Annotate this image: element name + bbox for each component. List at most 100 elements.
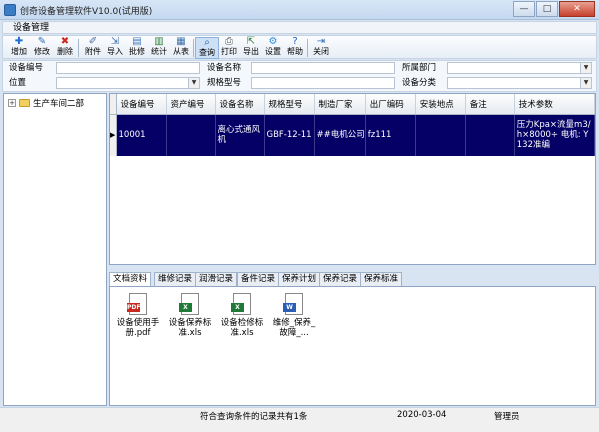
column-header[interactable]: 规格型号 — [264, 94, 315, 115]
stats-icon: ▥ — [154, 36, 164, 47]
device-name-input[interactable] — [251, 62, 395, 74]
excel-file-icon: X — [179, 293, 199, 315]
window-controls: — □ ✕ — [512, 1, 595, 18]
document-name: 维修_保养_故障_... — [272, 318, 316, 338]
column-header[interactable]: 出厂编码 — [365, 94, 416, 115]
tab-maintenance-records[interactable]: 保养记录 — [319, 272, 362, 286]
category-select[interactable]: ▼ — [447, 77, 592, 89]
column-header[interactable]: 安装地点 — [415, 94, 466, 115]
column-header[interactable]: 制造厂家 — [314, 94, 366, 115]
tab-repair-records[interactable]: 维修记录 — [154, 272, 197, 286]
table-cell[interactable]: ##电机公司 — [314, 114, 366, 156]
title-bar: 创奇设备管理软件V10.0(试用版) — □ ✕ — [0, 0, 599, 20]
export-icon: ⇱ — [246, 36, 256, 47]
batch-edit-icon: ▤ — [132, 36, 142, 47]
delete-icon: ✖ — [60, 36, 70, 47]
edit-icon: ✎ — [37, 36, 47, 47]
column-header[interactable]: 设备编号 — [116, 94, 167, 115]
tab-lubrication-records[interactable]: 润滑记录 — [195, 272, 238, 286]
model-input[interactable] — [251, 77, 395, 89]
table-cell[interactable] — [415, 114, 466, 156]
table-cell[interactable]: fz111 — [365, 114, 416, 156]
table-cell[interactable]: GBF-12-11 — [264, 114, 315, 156]
department-select[interactable]: ▼ — [447, 62, 592, 74]
help-button[interactable]: ? 帮助 — [283, 37, 307, 59]
documents-panel: PDF 设备使用手册.pdf X 设备保养标准.xls X 设备检修标准.xls… — [109, 286, 596, 406]
close-label: 关闭 — [313, 47, 329, 56]
filter-form: 设备编号 设备名称 所属部门 ▼ 位置 ▼ 规格型号 设备分类 ▼ — [2, 60, 597, 92]
attach-icon: ✐ — [88, 36, 98, 47]
model-label: 规格型号 — [207, 78, 242, 88]
device-name-label: 设备名称 — [207, 63, 242, 73]
column-header[interactable]: 资产编号 — [166, 94, 216, 115]
delete-button[interactable]: ✖ 删除 — [53, 37, 77, 59]
device-code-label: 设备编号 — [9, 63, 44, 73]
tree-node-label: 生产车间二部 — [33, 99, 85, 109]
chevron-down-icon[interactable]: ▼ — [580, 63, 591, 73]
subtable-icon: ▦ — [176, 36, 186, 47]
maximize-button[interactable]: □ — [536, 1, 558, 17]
table-cell[interactable] — [166, 114, 216, 156]
import-icon: ⇲ — [110, 36, 120, 47]
document-item[interactable]: W 维修_保养_故障_... — [270, 293, 318, 338]
column-header[interactable]: 设备名称 — [215, 94, 265, 115]
tab-documents[interactable]: 文档资料 — [109, 272, 152, 287]
document-item[interactable]: PDF 设备使用手册.pdf — [114, 293, 162, 338]
help-icon: ? — [292, 36, 298, 47]
expand-icon[interactable]: + — [8, 99, 16, 107]
status-user: 管理员 — [494, 412, 520, 422]
excel-file-icon: X — [231, 293, 251, 315]
department-label: 所属部门 — [402, 63, 437, 73]
settings-icon: ⚙ — [268, 36, 278, 47]
category-label: 设备分类 — [402, 78, 437, 88]
subtable-button[interactable]: ▦ 从表 — [169, 37, 193, 59]
table-header-row: 设备编号 资产编号 设备名称 规格型号 制造厂家 出厂编码 安装地点 备注 技术… — [110, 94, 595, 115]
tree-node[interactable]: + 生产车间二部 — [8, 97, 84, 109]
minimize-button[interactable]: — — [513, 1, 535, 17]
word-file-icon: W — [283, 293, 303, 315]
status-date: 2020-03-04 — [397, 410, 447, 420]
table-row[interactable]: ▶ 10001 离心式通风机 GBF-12-11 ##电机公司 fz111 压力… — [110, 114, 595, 156]
table-cell[interactable]: 压力Kpa×流量m3/h×8000÷ 电机: Y132准编 — [514, 114, 595, 156]
close-window-button[interactable]: ✕ — [559, 1, 595, 17]
column-header[interactable]: 备注 — [465, 94, 515, 115]
print-icon: ⎙ — [225, 36, 233, 47]
close-button[interactable]: ⇥ 关闭 — [309, 37, 333, 59]
category-tree: + 生产车间二部 — [3, 93, 107, 406]
document-name: 设备检修标准.xls — [220, 318, 264, 338]
folder-icon — [19, 99, 30, 107]
menu-device-management[interactable]: 设备管理 — [13, 22, 49, 34]
status-bar: 符合查询条件的记录共有1条 2020-03-04 管理员 — [0, 407, 599, 432]
detail-tabs: 文档资料 维修记录 润滑记录 备件记录 保养计划 保养记录 保养标准 — [109, 272, 596, 287]
device-table: 设备编号 资产编号 设备名称 规格型号 制造厂家 出厂编码 安装地点 备注 技术… — [110, 94, 595, 156]
chevron-down-icon[interactable]: ▼ — [188, 78, 199, 88]
table-cell[interactable]: 离心式通风机 — [215, 114, 265, 156]
pdf-badge: PDF — [127, 303, 141, 312]
document-item[interactable]: X 设备检修标准.xls — [218, 293, 266, 338]
excel-badge: X — [231, 303, 244, 312]
word-badge: W — [283, 303, 296, 312]
toolbar: ✚ 增加 ✎ 修改 ✖ 删除 ✐ 附件 ⇲ 导入 ▤ 批修 ▥ 统计 ▦ 从表 … — [2, 35, 597, 59]
menu-bar: 设备管理 — [2, 21, 597, 34]
document-name: 设备使用手册.pdf — [116, 318, 160, 338]
table-cell[interactable]: 10001 — [116, 114, 167, 156]
device-grid: 设备编号 资产编号 设备名称 规格型号 制造厂家 出厂编码 安装地点 备注 技术… — [109, 93, 596, 265]
exit-icon: ⇥ — [316, 36, 326, 47]
location-select[interactable]: ▼ — [56, 77, 200, 89]
location-label: 位置 — [9, 78, 27, 88]
column-header[interactable]: 技术参数 — [514, 94, 595, 115]
chevron-down-icon[interactable]: ▼ — [580, 78, 591, 88]
pdf-file-icon: PDF — [127, 293, 147, 315]
app-icon — [4, 4, 16, 16]
table-cell[interactable] — [465, 114, 515, 156]
tab-spare-parts[interactable]: 备件记录 — [237, 272, 280, 286]
device-code-input[interactable] — [56, 62, 200, 74]
excel-badge: X — [179, 303, 192, 312]
document-item[interactable]: X 设备保养标准.xls — [166, 293, 214, 338]
tab-maintenance-standards[interactable]: 保养标准 — [360, 272, 403, 286]
window-title: 创奇设备管理软件V10.0(试用版) — [20, 7, 153, 17]
record-count: 符合查询条件的记录共有1条 — [200, 412, 308, 422]
search-icon: ⌕ — [204, 37, 210, 48]
tab-maintenance-plan[interactable]: 保养计划 — [278, 272, 321, 286]
document-name: 设备保养标准.xls — [168, 318, 212, 338]
